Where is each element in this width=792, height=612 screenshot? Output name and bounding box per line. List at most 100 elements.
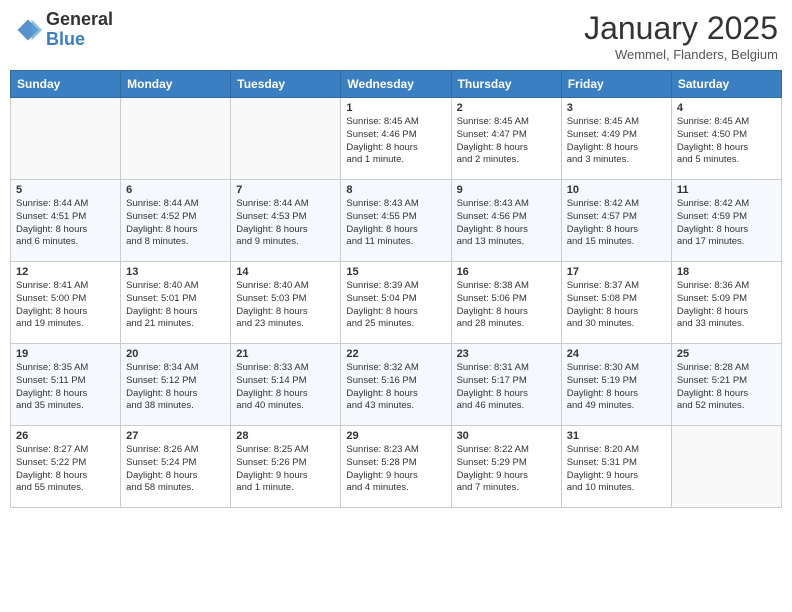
calendar-week-3: 12 Sunrise: 8:41 AM Sunset: 5:00 PM Dayli… [11, 262, 782, 344]
calendar-cell: 30 Sunrise: 8:22 AM Sunset: 5:29 PM Dayli… [451, 426, 561, 508]
calendar-week-5: 26 Sunrise: 8:27 AM Sunset: 5:22 PM Dayli… [11, 426, 782, 508]
day-number: 16 [457, 266, 556, 278]
day-number: 10 [567, 184, 666, 196]
calendar-cell: 13Sunrise: 8:40 AM Sunset: 5:01 PM Dayli… [121, 262, 231, 344]
day-number: 29 [346, 430, 445, 442]
calendar-cell: 12 Sunrise: 8:41 AM Sunset: 5:00 PM Dayli… [11, 262, 121, 344]
calendar-cell: 4Sunrise: 8:45 AM Sunset: 4:50 PM Daylig… [671, 98, 781, 180]
day-number: 5 [16, 184, 115, 196]
page-header: General Blue January 2025 Wemmel, Flande… [10, 10, 782, 62]
logo-icon [14, 16, 42, 44]
day-number: 8 [346, 184, 445, 196]
day-number: 31 [567, 430, 666, 442]
day-number: 28 [236, 430, 335, 442]
day-number: 2 [457, 102, 556, 114]
day-number: 15 [346, 266, 445, 278]
day-info: Sunrise: 8:44 AM Sunset: 4:53 PM Dayligh… [236, 198, 335, 249]
day-number: 1 [346, 102, 445, 114]
weekday-header-row: SundayMondayTuesdayWednesdayThursdayFrid… [11, 71, 782, 98]
day-number: 6 [126, 184, 225, 196]
calendar-cell: 8 Sunrise: 8:43 AM Sunset: 4:55 PM Daylig… [341, 180, 451, 262]
day-number: 11 [677, 184, 776, 196]
day-number: 3 [567, 102, 666, 114]
calendar-cell: 14 Sunrise: 8:40 AM Sunset: 5:03 PM Dayli… [231, 262, 341, 344]
day-info: Sunrise: 8:31 AM Sunset: 5:17 PM Dayligh… [457, 362, 556, 413]
calendar-cell [11, 98, 121, 180]
calendar-cell: 5 Sunrise: 8:44 AM Sunset: 4:51 PM Daylig… [11, 180, 121, 262]
day-info: Sunrise: 8:28 AM Sunset: 5:21 PM Dayligh… [677, 362, 776, 413]
calendar-cell: 23 Sunrise: 8:31 AM Sunset: 5:17 PM Dayli… [451, 344, 561, 426]
day-number: 17 [567, 266, 666, 278]
day-info: Sunrise: 8:25 AM Sunset: 5:26 PM Dayligh… [236, 444, 335, 495]
day-info: Sunrise: 8:36 AM Sunset: 5:09 PM Dayligh… [677, 280, 776, 331]
calendar-cell: 16Sunrise: 8:38 AM Sunset: 5:06 PM Dayli… [451, 262, 561, 344]
calendar-cell: 20 Sunrise: 8:34 AM Sunset: 5:12 PM Dayli… [121, 344, 231, 426]
logo-general-text: General [46, 10, 113, 30]
day-info: Sunrise: 8:45 AM Sunset: 4:46 PM Dayligh… [346, 116, 445, 167]
weekday-header-monday: Monday [121, 71, 231, 98]
calendar-cell: 18 Sunrise: 8:36 AM Sunset: 5:09 PM Dayli… [671, 262, 781, 344]
calendar-cell: 1 Sunrise: 8:45 AM Sunset: 4:46 PM Daylig… [341, 98, 451, 180]
day-info: Sunrise: 8:41 AM Sunset: 5:00 PM Dayligh… [16, 280, 115, 331]
day-number: 23 [457, 348, 556, 360]
logo: General Blue [14, 10, 113, 50]
calendar-cell: 11 Sunrise: 8:42 AM Sunset: 4:59 PM Dayli… [671, 180, 781, 262]
calendar-cell: 7 Sunrise: 8:44 AM Sunset: 4:53 PM Daylig… [231, 180, 341, 262]
calendar-cell: 26 Sunrise: 8:27 AM Sunset: 5:22 PM Dayli… [11, 426, 121, 508]
calendar-cell [121, 98, 231, 180]
calendar-cell: 28 Sunrise: 8:25 AM Sunset: 5:26 PM Dayli… [231, 426, 341, 508]
day-number: 12 [16, 266, 115, 278]
weekday-header-friday: Friday [561, 71, 671, 98]
day-number: 22 [346, 348, 445, 360]
weekday-header-thursday: Thursday [451, 71, 561, 98]
month-title: January 2025 [584, 10, 778, 47]
calendar-cell: 19Sunrise: 8:35 AM Sunset: 5:11 PM Dayli… [11, 344, 121, 426]
day-info: Sunrise: 8:45 AM Sunset: 4:47 PM Dayligh… [457, 116, 556, 167]
calendar-cell: 17 Sunrise: 8:37 AM Sunset: 5:08 PM Dayli… [561, 262, 671, 344]
day-number: 27 [126, 430, 225, 442]
calendar-cell: 2 Sunrise: 8:45 AM Sunset: 4:47 PM Daylig… [451, 98, 561, 180]
day-info: Sunrise: 8:32 AM Sunset: 5:16 PM Dayligh… [346, 362, 445, 413]
weekday-header-tuesday: Tuesday [231, 71, 341, 98]
day-info: Sunrise: 8:44 AM Sunset: 4:51 PM Dayligh… [16, 198, 115, 249]
day-info: Sunrise: 8:42 AM Sunset: 4:57 PM Dayligh… [567, 198, 666, 249]
calendar-cell [231, 98, 341, 180]
calendar-cell: 29 Sunrise: 8:23 AM Sunset: 5:28 PM Dayli… [341, 426, 451, 508]
day-info: Sunrise: 8:43 AM Sunset: 4:55 PM Dayligh… [346, 198, 445, 249]
calendar-table: SundayMondayTuesdayWednesdayThursdayFrid… [10, 70, 782, 508]
calendar-cell: 10 Sunrise: 8:42 AM Sunset: 4:57 PM Dayli… [561, 180, 671, 262]
day-number: 9 [457, 184, 556, 196]
day-info: Sunrise: 8:39 AM Sunset: 5:04 PM Dayligh… [346, 280, 445, 331]
calendar-cell: 21Sunrise: 8:33 AM Sunset: 5:14 PM Dayli… [231, 344, 341, 426]
day-number: 4 [677, 102, 776, 114]
day-info: Sunrise: 8:42 AM Sunset: 4:59 PM Dayligh… [677, 198, 776, 249]
calendar-cell: 3 Sunrise: 8:45 AM Sunset: 4:49 PM Daylig… [561, 98, 671, 180]
day-info: Sunrise: 8:27 AM Sunset: 5:22 PM Dayligh… [16, 444, 115, 495]
day-info: Sunrise: 8:34 AM Sunset: 5:12 PM Dayligh… [126, 362, 225, 413]
day-info: Sunrise: 8:26 AM Sunset: 5:24 PM Dayligh… [126, 444, 225, 495]
day-number: 7 [236, 184, 335, 196]
day-info: Sunrise: 8:35 AM Sunset: 5:11 PM Dayligh… [16, 362, 115, 413]
calendar-cell: 25 Sunrise: 8:28 AM Sunset: 5:21 PM Dayli… [671, 344, 781, 426]
day-info: Sunrise: 8:40 AM Sunset: 5:03 PM Dayligh… [236, 280, 335, 331]
day-info: Sunrise: 8:23 AM Sunset: 5:28 PM Dayligh… [346, 444, 445, 495]
day-info: Sunrise: 8:37 AM Sunset: 5:08 PM Dayligh… [567, 280, 666, 331]
day-number: 13 [126, 266, 225, 278]
day-info: Sunrise: 8:44 AM Sunset: 4:52 PM Dayligh… [126, 198, 225, 249]
day-info: Sunrise: 8:45 AM Sunset: 4:49 PM Dayligh… [567, 116, 666, 167]
day-number: 18 [677, 266, 776, 278]
day-number: 26 [16, 430, 115, 442]
location-text: Wemmel, Flanders, Belgium [584, 47, 778, 62]
calendar-week-4: 19Sunrise: 8:35 AM Sunset: 5:11 PM Dayli… [11, 344, 782, 426]
day-number: 14 [236, 266, 335, 278]
calendar-cell: 9Sunrise: 8:43 AM Sunset: 4:56 PM Daylig… [451, 180, 561, 262]
day-number: 20 [126, 348, 225, 360]
calendar-cell: 15 Sunrise: 8:39 AM Sunset: 5:04 PM Dayli… [341, 262, 451, 344]
calendar-cell: 24Sunrise: 8:30 AM Sunset: 5:19 PM Dayli… [561, 344, 671, 426]
day-info: Sunrise: 8:22 AM Sunset: 5:29 PM Dayligh… [457, 444, 556, 495]
logo-blue-text: Blue [46, 30, 113, 50]
calendar-cell: 6 Sunrise: 8:44 AM Sunset: 4:52 PM Daylig… [121, 180, 231, 262]
day-number: 25 [677, 348, 776, 360]
day-number: 24 [567, 348, 666, 360]
day-number: 30 [457, 430, 556, 442]
